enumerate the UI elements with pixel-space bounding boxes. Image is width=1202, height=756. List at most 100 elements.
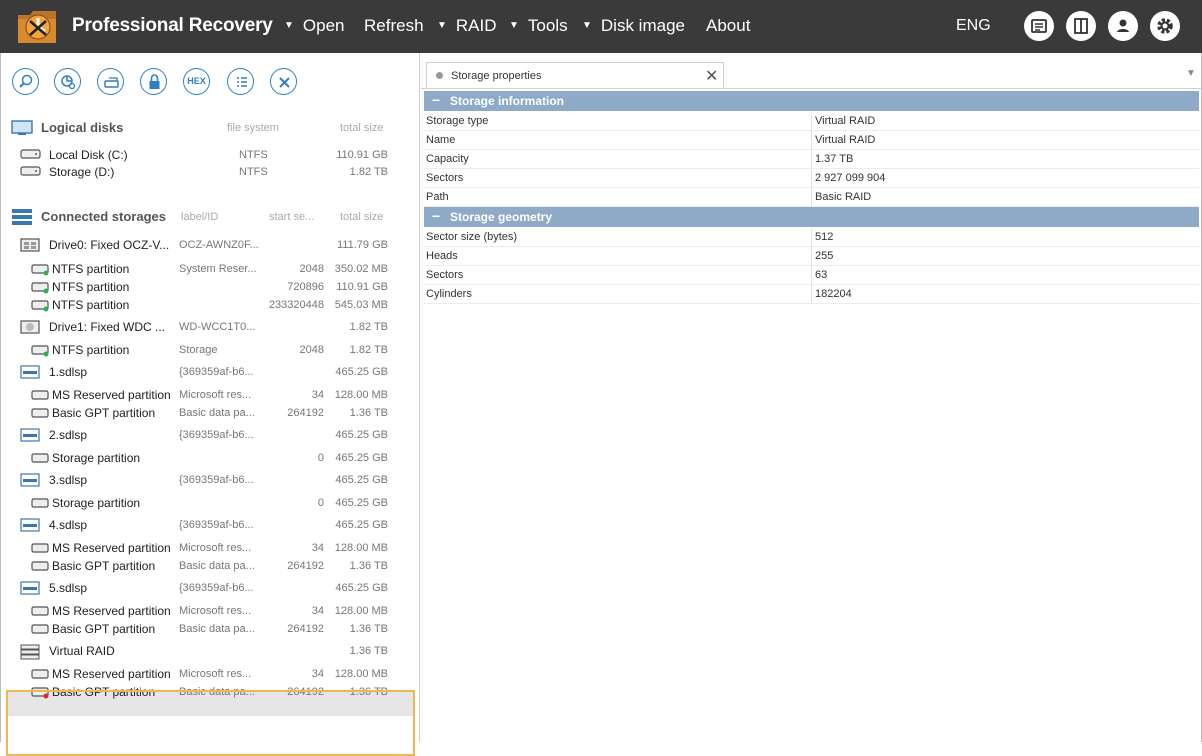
storage-start-sector: 2048 — [299, 263, 324, 275]
storage-row[interactable]: 4.sdlsp {369359af-b6... 465.25 GB — [6, 516, 416, 534]
logical-disk-row[interactable]: Storage (D:) NTFS 1.82 TB — [6, 163, 416, 181]
property-row[interactable]: Heads 255 — [424, 247, 1199, 266]
menu-refresh[interactable]: Refresh — [364, 16, 424, 36]
partition-row[interactable]: Basic GPT partition Basic data pa... 26419… — [6, 404, 416, 422]
partition-row[interactable]: Basic GPT partition Basic data pa... 26419… — [6, 557, 416, 575]
storage-start-sector: 34 — [311, 605, 324, 617]
panel-toggle-button[interactable] — [1066, 11, 1096, 41]
storage-size: 128.00 MB — [334, 389, 388, 401]
menu-raid[interactable]: ▼ RAID — [437, 16, 497, 36]
panel-icon — [1074, 18, 1088, 34]
menu-disk-image[interactable]: ▼ Disk image — [582, 16, 685, 36]
property-row[interactable]: Capacity 1.37 TB — [424, 150, 1199, 169]
partition-row[interactable]: Storage partition 0 465.25 GB — [6, 494, 416, 512]
property-row[interactable]: Storage type Virtual RAID — [424, 112, 1199, 131]
property-value: 512 — [815, 231, 834, 243]
partition-row[interactable]: NTFS partition Storage 2048 1.82 TB — [6, 341, 416, 359]
hex-editor-button[interactable]: HEX — [183, 68, 210, 95]
storage-size: 128.00 MB — [334, 542, 388, 554]
disk-image-icon — [104, 77, 119, 88]
property-group-header[interactable]: − Storage geometry — [424, 207, 1199, 227]
storage-row[interactable]: Drive1: Fixed WDC ... WD-WCC1T0... 1.82 TB — [6, 318, 416, 336]
partition-row[interactable]: Storage partition 0 465.25 GB — [6, 449, 416, 467]
analyze-button[interactable] — [54, 68, 81, 95]
partition-row[interactable]: MS Reserved partition Microsoft res... 34 1… — [6, 665, 416, 683]
partition-row[interactable]: MS Reserved partition Microsoft res... 34 1… — [6, 602, 416, 620]
menu-arrow-icon: ▼ — [437, 20, 447, 31]
storages-icon — [12, 209, 32, 225]
tab-menu-icon[interactable]: ▼ — [1186, 68, 1196, 79]
search-button[interactable] — [12, 68, 39, 95]
storage-size: 1.82 TB — [349, 344, 388, 356]
property-row[interactable]: Sector size (bytes) 512 — [424, 228, 1199, 247]
property-row[interactable]: Cylinders 182204 — [424, 285, 1199, 304]
partition-row[interactable]: NTFS partition 720896 110.91 GB — [6, 278, 416, 296]
storage-label: Microsoft res... — [179, 605, 252, 617]
storage-size: 465.25 GB — [335, 429, 388, 441]
storage-name: MS Reserved partition — [52, 604, 171, 618]
storage-name: Storage partition — [52, 496, 141, 510]
storage-label: Basic data pa... — [179, 407, 255, 419]
partition-icon — [31, 388, 51, 405]
storage-size: 128.00 MB — [334, 668, 388, 680]
storage-start-sector: 233320448 — [268, 299, 324, 311]
logical-disk-fs: NTFS — [239, 149, 268, 161]
log-button[interactable] — [1024, 11, 1054, 41]
column-divider — [811, 228, 812, 247]
image-file-icon — [20, 581, 40, 598]
menu-tools[interactable]: ▼ Tools — [509, 16, 568, 36]
property-key: Cylinders — [426, 288, 472, 300]
close-storage-button[interactable] — [270, 68, 297, 95]
property-row[interactable]: Path Basic RAID — [424, 188, 1199, 207]
title-bar: Professional Recovery ▼ Open Refresh ▼ RAI… — [0, 0, 1202, 53]
storage-row[interactable]: 5.sdlsp {369359af-b6... 465.25 GB — [6, 579, 416, 597]
storage-name: Drive1: Fixed WDC ... — [49, 320, 166, 334]
partition-ok-icon — [31, 343, 51, 360]
property-row[interactable]: Sectors 63 — [424, 266, 1199, 285]
storage-row[interactable]: 3.sdlsp {369359af-b6... 465.25 GB — [6, 471, 416, 489]
storage-label: {369359af-b6... — [179, 582, 254, 594]
settings-button[interactable] — [1150, 11, 1180, 41]
property-group-header[interactable]: − Storage information — [424, 91, 1199, 111]
list-button[interactable] — [227, 68, 254, 95]
partition-row[interactable]: Basic GPT partition Basic data pa... 26419… — [6, 620, 416, 638]
image-file-icon — [20, 428, 40, 445]
storage-size: 1.36 TB — [349, 407, 388, 419]
app-title: Professional Recovery — [72, 15, 273, 36]
account-button[interactable] — [1108, 11, 1138, 41]
property-row[interactable]: Sectors 2 927 099 904 — [424, 169, 1199, 188]
storage-start-sector: 0 — [317, 497, 324, 509]
partition-row[interactable]: MS Reserved partition Microsoft res... 34 1… — [6, 539, 416, 557]
property-value: 63 — [815, 269, 828, 281]
language-selector[interactable]: ENG — [956, 17, 991, 35]
logical-disks-heading: Logical disks — [41, 120, 124, 135]
storage-size: 465.25 GB — [335, 452, 388, 464]
create-image-button[interactable] — [97, 68, 124, 95]
encryption-button[interactable] — [140, 68, 167, 95]
storage-name: 2.sdlsp — [49, 428, 88, 442]
partition-row[interactable]: MS Reserved partition Microsoft res... 34 1… — [6, 386, 416, 404]
partition-ok-icon — [31, 280, 51, 297]
storage-row[interactable]: 2.sdlsp {369359af-b6... 465.25 GB — [6, 426, 416, 444]
storage-label: {369359af-b6... — [179, 366, 254, 378]
drive-icon — [20, 238, 40, 255]
partition-row[interactable]: NTFS partition System Reser... 2048 350.02 … — [6, 260, 416, 278]
storage-start-sector: 34 — [311, 389, 324, 401]
property-row[interactable]: Name Virtual RAID — [424, 131, 1199, 150]
menu-open[interactable]: ▼ Open — [284, 16, 345, 36]
logical-disk-name: Local Disk (C:) — [49, 148, 128, 162]
property-value: 1.37 TB — [815, 153, 854, 165]
property-value: 2 927 099 904 — [815, 172, 886, 184]
collapse-icon: − — [432, 92, 441, 108]
storage-start-sector: 720896 — [287, 281, 324, 293]
storage-name: Storage partition — [52, 451, 141, 465]
close-tab-icon[interactable]: ✕ — [705, 66, 718, 86]
partition-row[interactable]: NTFS partition 233320448 545.03 MB — [6, 296, 416, 314]
storage-label: OCZ-AWNZ0F... — [179, 239, 259, 251]
storage-row[interactable]: 1.sdlsp {369359af-b6... 465.25 GB — [6, 363, 416, 381]
storage-row[interactable]: Drive0: Fixed OCZ-V... OCZ-AWNZ0F... 111.7… — [6, 236, 416, 254]
logical-disk-row[interactable]: Local Disk (C:) NTFS 110.91 GB — [6, 146, 416, 164]
storage-row[interactable]: Virtual RAID 1.36 TB — [6, 642, 416, 660]
tab-storage-properties[interactable]: Storage properties ✕ — [426, 62, 724, 88]
menu-about[interactable]: About — [706, 16, 750, 36]
